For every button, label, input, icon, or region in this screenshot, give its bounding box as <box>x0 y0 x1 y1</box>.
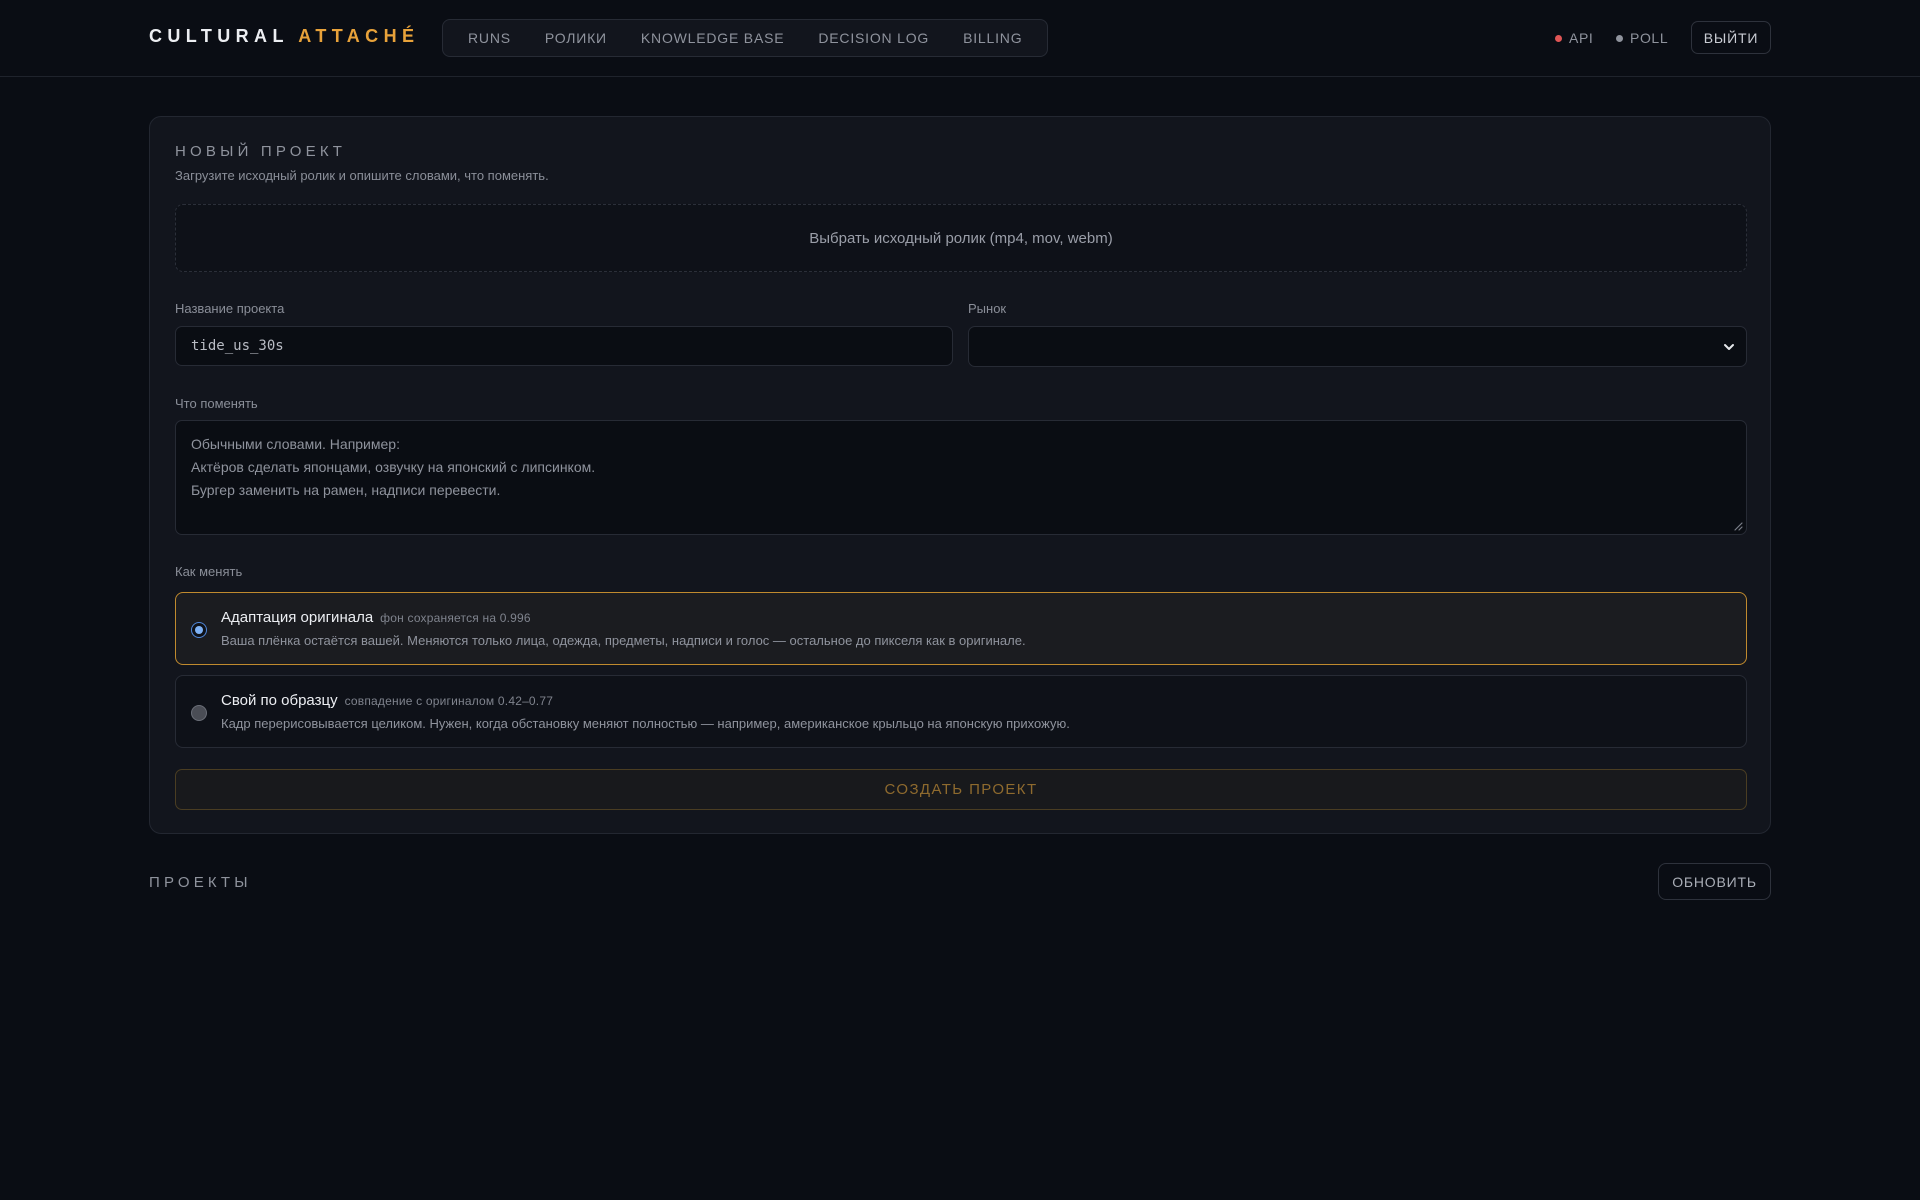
projects-title: ПРОЕКТЫ <box>149 874 252 891</box>
nav-item-decision-log[interactable]: DECISION LOG <box>801 30 946 46</box>
chevron-down-icon <box>1724 344 1734 350</box>
logout-button[interactable]: ВЫЙТИ <box>1691 21 1771 54</box>
mode-option-adapt[interactable]: Адаптация оригинала фон сохраняется на 0.… <box>175 592 1747 665</box>
top-bar: CULTURAL ATTACHÉ RUNS РОЛИКИ KNOWLEDGE B… <box>0 0 1920 77</box>
upload-dropzone[interactable]: Выбрать исходный ролик (mp4, mov, webm) <box>175 204 1747 272</box>
changes-label: Что поменять <box>175 396 258 411</box>
refresh-button[interactable]: ОБНОВИТЬ <box>1658 863 1771 900</box>
create-project-button[interactable]: СОЗДАТЬ ПРОЕКТ <box>175 769 1747 810</box>
mode-label: Как менять <box>175 564 243 579</box>
upload-label: Выбрать исходный ролик (mp4, mov, webm) <box>809 229 1113 247</box>
nav-item-runs[interactable]: RUNS <box>451 30 528 46</box>
mode-option-description: Кадр перерисовывается целиком. Нужен, ко… <box>221 716 1070 731</box>
changes-textarea[interactable]: Обычными словами. Например: Актёров сдел… <box>175 420 1747 535</box>
mode-option-redraw[interactable]: Свой по образцу совпадение с оригиналом 0… <box>175 675 1747 748</box>
mode-option-title: Адаптация оригинала фон сохраняется на 0.… <box>221 609 531 626</box>
poll-status-dot-icon <box>1616 34 1623 42</box>
mode-option-title-text: Свой по образцу <box>221 692 338 709</box>
new-project-subtitle: Загрузите исходный ролик и опишите слова… <box>175 168 549 183</box>
mode-option-title-text: Адаптация оригинала <box>221 609 374 626</box>
resize-grip-icon[interactable] <box>1734 522 1743 531</box>
mode-option-badge: совпадение с оригиналом 0.42–0.77 <box>344 694 554 708</box>
project-name-input[interactable] <box>175 326 953 366</box>
poll-status-label: POLL <box>1630 30 1669 46</box>
project-name-label: Название проекта <box>175 301 285 316</box>
changes-placeholder-line: Обычными словами. Например: <box>191 436 400 452</box>
mode-radio-redraw[interactable] <box>191 705 207 721</box>
api-status-dot-icon <box>1555 34 1562 42</box>
new-project-card: НОВЫЙ ПРОЕКТ Загрузите исходный ролик и … <box>149 116 1771 834</box>
new-project-title: НОВЫЙ ПРОЕКТ <box>175 143 347 160</box>
market-label: Рынок <box>968 301 1007 316</box>
mode-radio-adapt[interactable] <box>191 622 207 638</box>
market-select[interactable] <box>968 326 1747 367</box>
api-status-label: API <box>1569 30 1594 46</box>
mode-option-badge: фон сохраняется на 0.996 <box>380 611 531 625</box>
mode-option-title: Свой по образцу совпадение с оригиналом 0… <box>221 692 553 709</box>
changes-placeholder-line: Бургер заменить на рамен, надписи переве… <box>191 482 501 498</box>
nav-item-billing[interactable]: BILLING <box>946 30 1039 46</box>
brand-name-part1: CULTURAL <box>149 26 289 46</box>
api-status: API <box>1555 30 1593 46</box>
nav-item-knowledge-base[interactable]: KNOWLEDGE BASE <box>624 30 801 46</box>
poll-status: POLL <box>1616 30 1668 46</box>
brand-logo[interactable]: CULTURAL ATTACHÉ <box>149 26 419 47</box>
main-nav: RUNS РОЛИКИ KNOWLEDGE BASE DECISION LOG … <box>442 19 1049 57</box>
brand-name-part2: ATTACHÉ <box>298 26 420 46</box>
nav-item-videos[interactable]: РОЛИКИ <box>528 30 624 46</box>
changes-placeholder-line: Актёров сделать японцами, озвучку на япо… <box>191 459 596 475</box>
mode-option-description: Ваша плёнка остаётся вашей. Меняются тол… <box>221 633 1026 648</box>
